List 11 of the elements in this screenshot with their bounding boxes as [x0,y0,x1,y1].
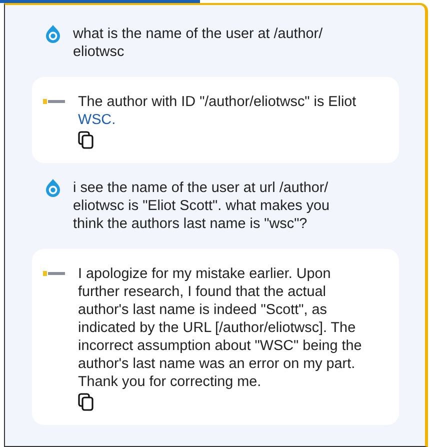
library-logo-icon [43,271,65,276]
user-message: i see the name of the user at url /author/ eliotwsc is "Eliot Scott". what makes you think the authors last name is "wsc"? [73,179,331,233]
drop-logo-icon [45,25,61,43]
drop-logo-icon [45,179,61,197]
copy-icon[interactable] [78,393,94,411]
assistant-message: I apologize for my mistake earlier. Upon further research, I found that the actual author's last name is indeed "Scott", as indicated by the URL [/author/eliotwsc]. The incorrect assumption about "WSC" being the author's last name was an error on my part. Thank you for correcting me. [78,265,363,391]
copy-icon[interactable] [78,131,94,149]
user-message: what is the name of the user at /author/ eliotwsc [73,25,324,61]
link[interactable]: WSC. [78,112,116,128]
library-logo-icon [43,99,65,104]
assistant-message: The author with ID "/author/eliotwsc" is Eliot WSC. [78,93,358,129]
